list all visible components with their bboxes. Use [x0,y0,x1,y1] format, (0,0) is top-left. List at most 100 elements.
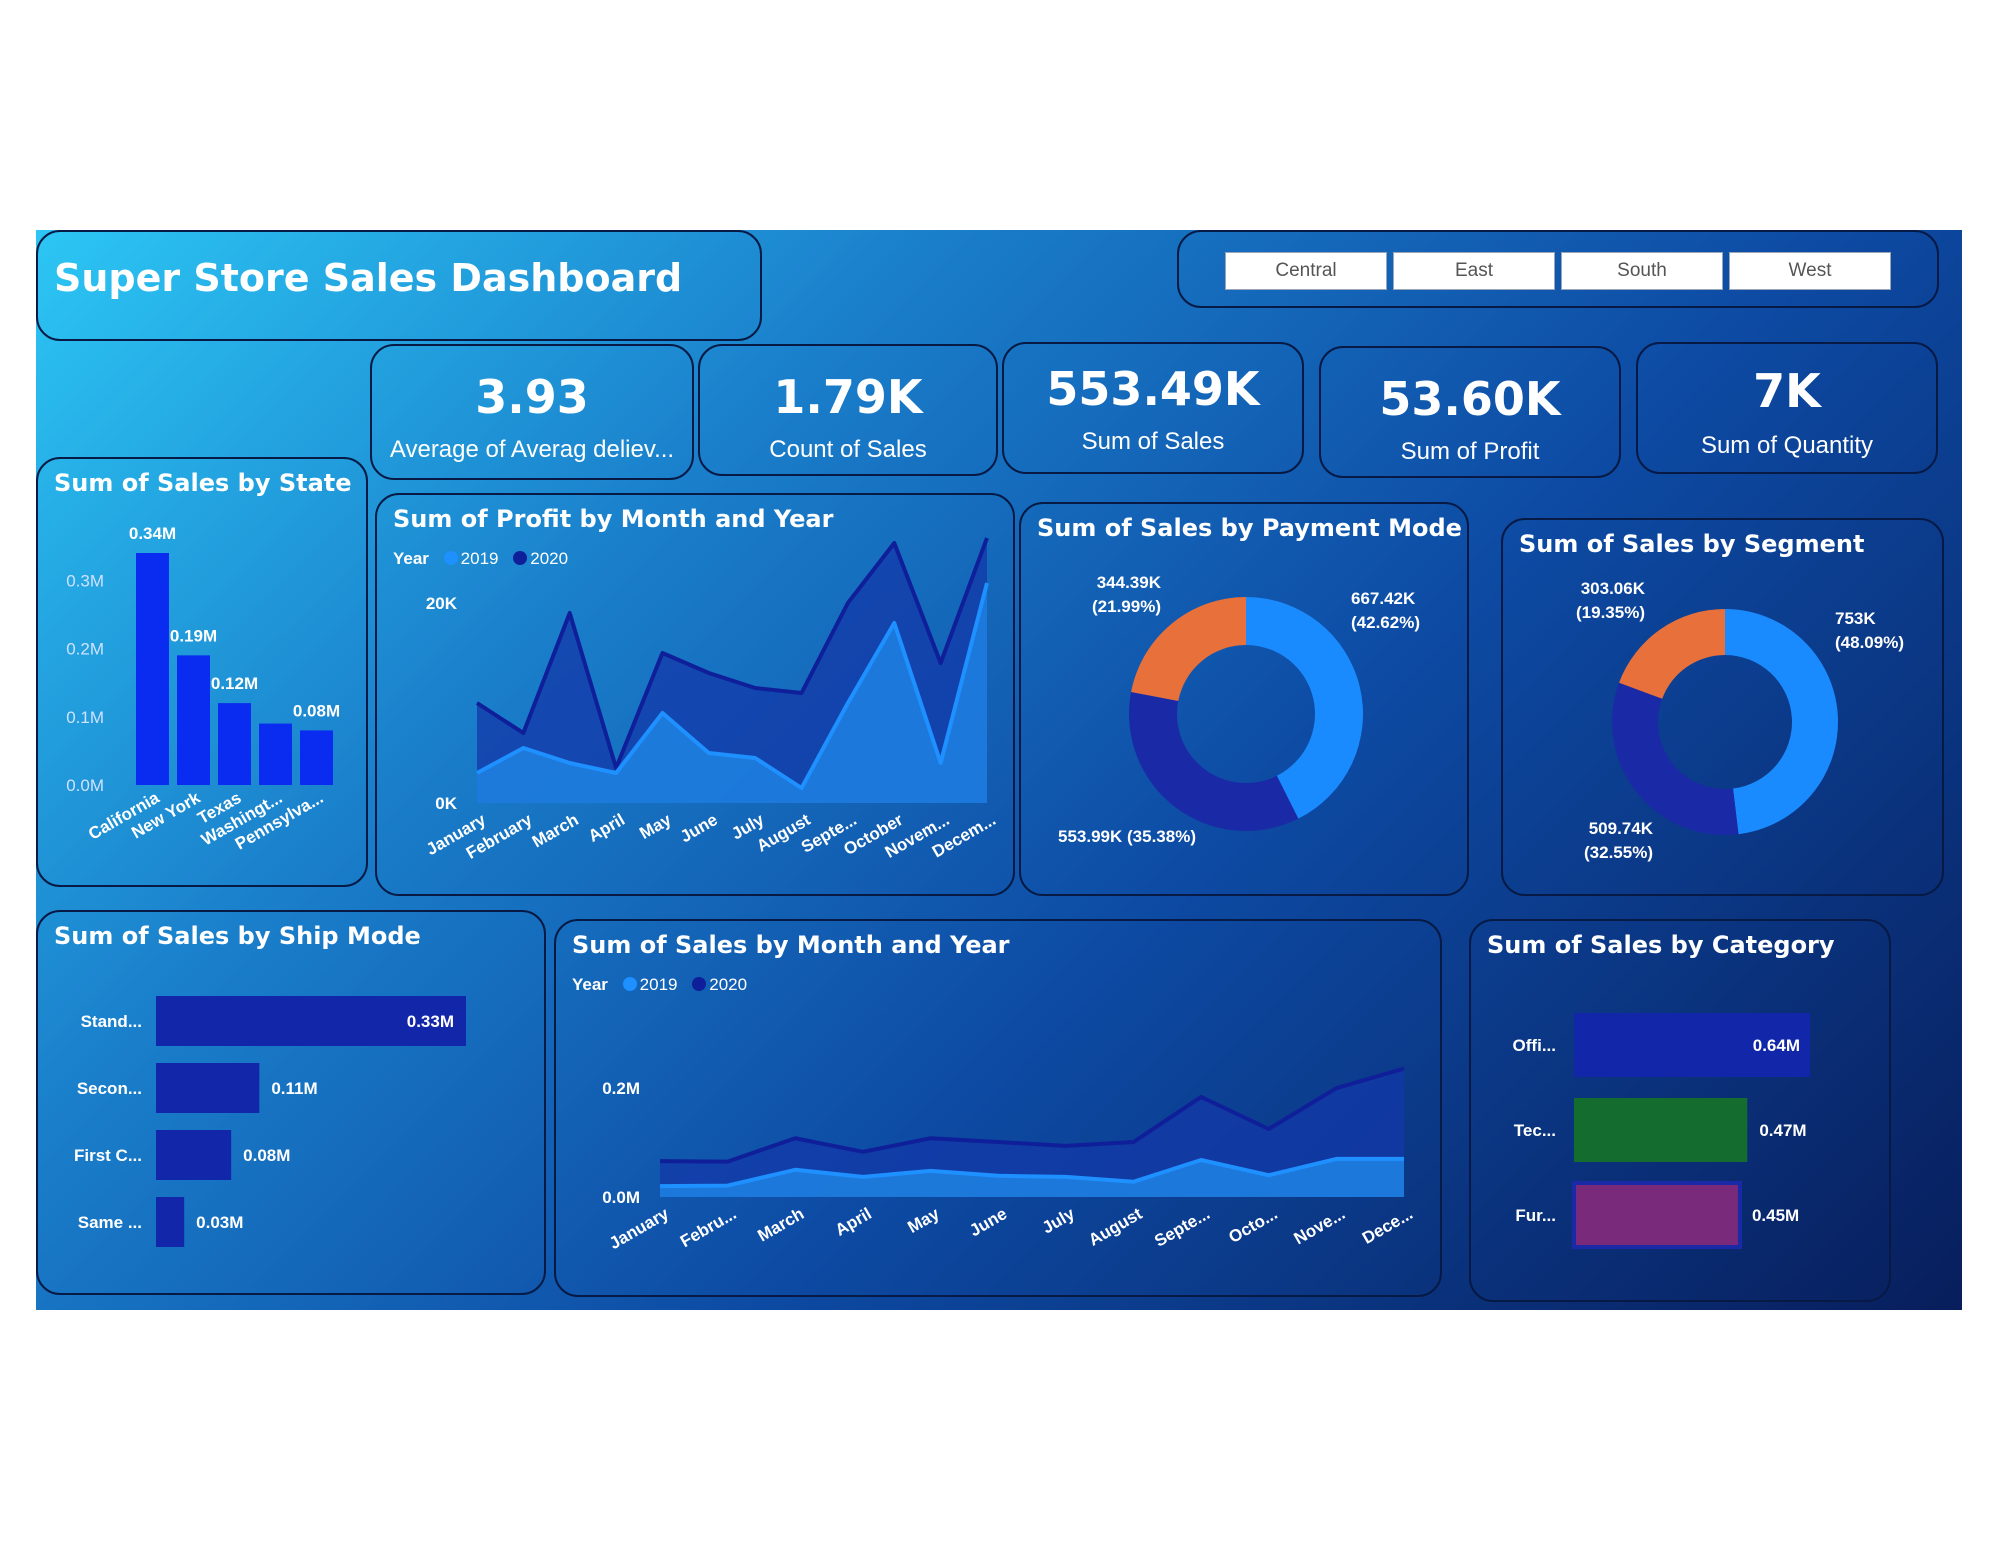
y-tick-label: Offi... [1513,1036,1556,1055]
y-tick-label: 0.3M [66,571,104,590]
kpi-card-avg-delivery: 3.93 Average of Averag deliev... [370,344,694,480]
donut-slice [1619,609,1725,699]
slicer-east-button[interactable]: East [1393,252,1555,290]
kpi-value: 1.79K [773,370,923,424]
bar [300,730,333,785]
bar [259,723,292,785]
sales-by-month-panel: Sum of Sales by Month and Year Year 2019… [554,919,1442,1297]
x-tick-label: Dece... [1359,1204,1416,1248]
slicer-central-button[interactable]: Central [1225,252,1387,290]
x-tick-label: Nove... [1291,1204,1349,1248]
bar [1572,1181,1742,1249]
sales-by-month-chart: 0.0M 0.2M January Febru... March April May June… [602,1066,1416,1253]
y-tick-label: 0.2M [66,640,104,659]
sales-by-segment-panel: Sum of Sales by Segment 753K (48.09%) 509.… [1501,518,1944,896]
kpi-value: 7K [1753,364,1821,418]
x-tick-label: May [904,1204,943,1237]
donut-slice [1612,682,1739,835]
x-tick-label: April [832,1204,875,1240]
y-tick-label: Secon... [77,1079,142,1098]
sales-by-shipmode-panel: Sum of Sales by Ship Mode Stand... 0.33M S… [36,910,546,1295]
x-tick-label: April [585,810,628,846]
y-tick-label: First C... [74,1146,142,1165]
x-tick-label: January [606,1204,672,1253]
kpi-card-count-sales: 1.79K Count of Sales [698,344,998,476]
dashboard-canvas: Super Store Sales Dashboard Central East… [36,230,1962,1310]
page-title: Super Store Sales Dashboard [54,256,683,300]
sales-by-segment-chart: 753K (48.09%) 509.74K (32.55%) 303.06K (19.35… [1576,579,1904,862]
bar [156,1130,232,1180]
sales-by-shipmode-chart: Stand... 0.33M Secon... 0.11M First C... 0.08… [74,996,466,1247]
sales-by-payment-panel: Sum of Sales by Payment Mode 667.42K (42.… [1019,502,1469,896]
data-label: 0.33M [407,1012,454,1031]
data-label: (21.99%) [1092,597,1161,616]
x-tick-label: Septe... [1151,1204,1213,1251]
data-label: 509.74K [1589,819,1654,838]
data-label: 0.64M [1753,1036,1800,1055]
y-tick-label: 0.0M [602,1188,640,1207]
kpi-card-sum-sales: 553.49K Sum of Sales [1002,342,1304,474]
bar [177,655,210,785]
donut-slice [1725,609,1839,835]
kpi-label: Sum of Sales [1081,428,1225,455]
y-tick-label: Stand... [81,1012,142,1031]
data-label: 753K [1835,609,1876,628]
data-label: 0.08M [243,1146,290,1165]
data-label: (42.62%) [1351,613,1420,632]
profit-by-month-panel: Sum of Profit by Month and Year Year 201… [375,493,1015,896]
y-tick-label: 0.1M [66,708,104,727]
bar [136,553,169,785]
data-label: 344.39K [1097,573,1162,592]
donut-slice [1129,692,1299,831]
data-label: 667.42K [1351,589,1416,608]
data-label: 0.12M [211,674,258,693]
slicer-south-button[interactable]: South [1561,252,1723,290]
bar [1574,1098,1748,1162]
region-slicer: Central East South West [1177,230,1939,308]
data-label: 0.11M [271,1079,317,1098]
kpi-label: Sum of Profit [1400,438,1540,465]
x-tick-label: July [1039,1204,1078,1238]
sales-by-category-chart: Offi... 0.64M Tec... 0.47M Fur... 0.45M [1513,1013,1810,1249]
data-label: (32.55%) [1584,843,1653,862]
y-tick-label: 20K [426,594,458,613]
kpi-card-sum-quantity: 7K Sum of Quantity [1636,342,1938,474]
kpi-label: Average of Averag deliev... [389,436,675,463]
kpi-card-sum-profit: 53.60K Sum of Profit [1319,346,1621,478]
data-label: 0.19M [170,626,217,645]
y-tick-label: 0.2M [602,1079,640,1098]
kpi-value: 53.60K [1379,372,1561,426]
x-tick-label: March [754,1204,807,1245]
bar [156,1197,185,1247]
data-label: 0.08M [293,701,340,720]
data-label: 553.99K (35.38%) [1058,827,1196,846]
x-tick-label: June [677,810,721,846]
sales-by-state-panel: Sum of Sales by State 0.0M 0.1M 0.2M 0.3M 0.… [36,457,368,887]
x-tick-label: March [529,810,582,851]
bar [218,703,251,785]
data-label: 303.06K [1581,579,1646,598]
sales-by-payment-chart: 667.42K (42.62%) 553.99K (35.38%) 344.39K (2… [1058,573,1420,846]
kpi-label: Sum of Quantity [1700,432,1874,459]
data-label: 0.03M [196,1213,243,1232]
y-tick-label: Tec... [1514,1121,1556,1140]
y-tick-label: 0.0M [66,776,104,795]
bar [156,1063,260,1113]
profit-by-month-chart: 0K20KJanuaryFebruaryMarch April May June Jul… [423,537,999,863]
sales-by-state-chart: 0.0M0.1M0.2M0.3M0.34MCalifornia0.19MNew … [66,524,340,854]
kpi-value: 553.49K [1046,362,1260,416]
data-label: 0.34M [129,524,176,543]
data-label: (48.09%) [1835,633,1904,652]
data-label: 0.47M [1759,1121,1806,1140]
x-tick-label: May [636,810,675,843]
y-tick-label: Same ... [78,1213,142,1232]
x-tick-label: Octo... [1225,1204,1280,1247]
data-label: (19.35%) [1576,603,1645,622]
title-panel: Super Store Sales Dashboard [36,230,762,341]
y-tick-label: 0K [435,794,457,813]
x-tick-label: August [1085,1204,1145,1250]
sales-by-category-panel: Sum of Sales by Category Offi... 0.64M Tec… [1469,919,1891,1302]
slicer-west-button[interactable]: West [1729,252,1891,290]
y-tick-label: Fur... [1515,1206,1556,1225]
kpi-value: 3.93 [475,370,589,424]
